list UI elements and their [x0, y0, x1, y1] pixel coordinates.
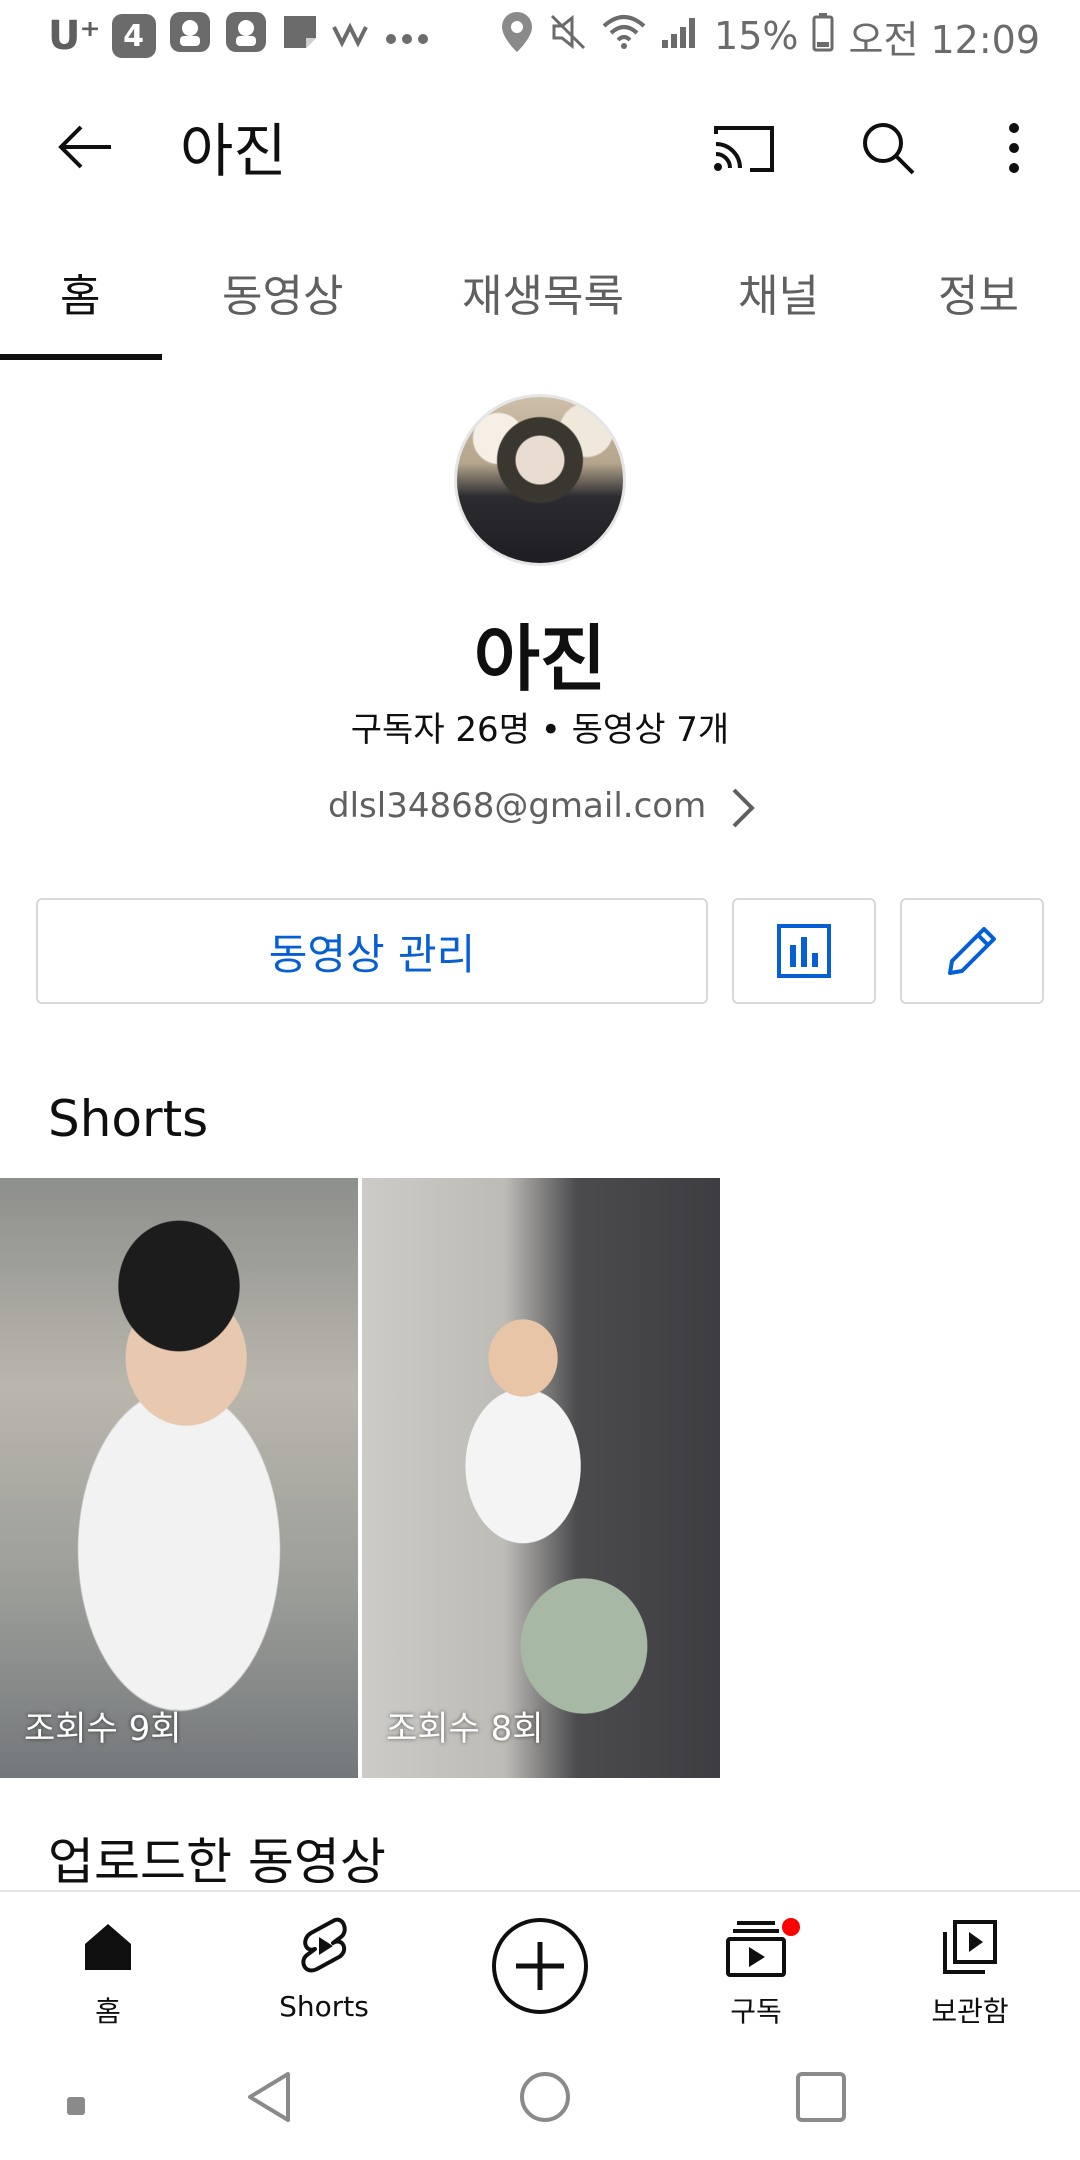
home-icon: [28, 1912, 188, 1982]
active-tab-indicator: [0, 354, 162, 360]
nav-shorts-label: Shorts: [279, 1990, 369, 2023]
manage-videos-button[interactable]: 동영상 관리: [36, 898, 708, 1004]
tab-videos[interactable]: 동영상: [222, 260, 343, 324]
clock: 오전 12:09: [848, 17, 1040, 62]
subscriptions-icon: [676, 1912, 836, 1982]
mute-icon: [548, 12, 588, 61]
channel-email[interactable]: dlsl34868@gmail.com: [328, 786, 706, 826]
square-recents-icon: [796, 2072, 846, 2122]
short-view-count: 조회수 8회: [386, 1709, 544, 1749]
system-navigation-bar: [0, 2042, 1080, 2160]
network-badge: 4: [111, 14, 156, 58]
channel-avatar[interactable]: [454, 394, 626, 566]
library-icon: [890, 1912, 1050, 1982]
back-arrow-icon: [58, 125, 111, 169]
wave-icon: [331, 14, 372, 58]
battery-percent: 15%: [714, 14, 799, 58]
back-button[interactable]: [50, 112, 120, 182]
nav-subscriptions-label: 구독: [730, 1995, 782, 2028]
tab-about[interactable]: 정보: [938, 260, 1019, 324]
nav-home-label: 홈: [95, 1995, 121, 2028]
analytics-icon: [777, 924, 831, 978]
nav-library[interactable]: 보관함: [890, 1912, 1050, 2030]
tab-channels[interactable]: 채널: [738, 260, 819, 324]
chevron-right-icon[interactable]: [722, 786, 762, 830]
nav-subscriptions[interactable]: 구독: [676, 1912, 836, 2030]
short-view-count: 조회수 9회: [24, 1709, 182, 1749]
channel-stats: 구독자 26명 • 동영상 7개: [350, 710, 730, 750]
wifi-icon: [602, 14, 646, 59]
nav-library-label: 보관함: [931, 1995, 1009, 2028]
short-thumbnail[interactable]: 조회수 8회: [362, 1178, 720, 1778]
signal-icon: [660, 14, 700, 59]
circle-home-icon: [520, 2072, 570, 2122]
location-icon: [500, 10, 534, 63]
page-title: 아진: [180, 117, 287, 185]
tab-home[interactable]: 홈: [60, 260, 100, 324]
channel-name: 아진: [473, 617, 607, 701]
notification-app-icon: [168, 10, 212, 63]
status-bar-right: 15% 오전 12:09: [500, 9, 1040, 64]
bottom-navigation: 홈 Shorts 구독 보관함: [0, 1890, 1080, 2042]
create-button[interactable]: [492, 1918, 588, 2014]
more-button[interactable]: [978, 112, 1050, 184]
shorts-section-title: Shorts: [48, 1090, 209, 1148]
tab-playlists[interactable]: 재생목록: [462, 260, 624, 324]
analytics-button[interactable]: [732, 898, 876, 1004]
system-home-button[interactable]: [518, 2070, 572, 2128]
short-thumbnail[interactable]: 조회수 9회: [0, 1178, 358, 1778]
note-icon: [280, 12, 320, 61]
nav-home[interactable]: 홈: [28, 1912, 188, 2030]
search-button[interactable]: [852, 112, 924, 184]
app-bar: 아진: [0, 72, 1080, 216]
cast-icon: [714, 126, 774, 172]
status-bar-left: U⁺ 4: [48, 10, 430, 63]
search-icon: [863, 123, 915, 175]
notification-app-icon: [224, 10, 268, 63]
system-back-button[interactable]: [244, 2070, 294, 2128]
more-notifications-icon: [384, 14, 430, 58]
status-bar: U⁺ 4 15% 오전 12:09: [0, 0, 1080, 72]
channel-tabs: 홈 동영상 재생목록 채널 정보: [0, 216, 1080, 360]
carrier-label: U⁺: [48, 13, 101, 59]
battery-icon: [812, 12, 834, 61]
nav-shorts[interactable]: Shorts: [244, 1912, 404, 2023]
shorts-icon: [244, 1912, 404, 1982]
cast-button[interactable]: [708, 112, 780, 184]
edit-pencil-icon: [948, 927, 996, 975]
notification-dot: [780, 1916, 802, 1938]
create-plus-icon: [516, 1942, 564, 1990]
more-vert-icon: [1009, 123, 1019, 173]
uploads-section-title: 업로드한 동영상: [48, 1833, 386, 1891]
edit-channel-button[interactable]: [900, 898, 1044, 1004]
recent-dot-icon: [66, 2096, 86, 2120]
system-recents-button[interactable]: [794, 2070, 848, 2128]
triangle-back-icon: [248, 2072, 290, 2122]
